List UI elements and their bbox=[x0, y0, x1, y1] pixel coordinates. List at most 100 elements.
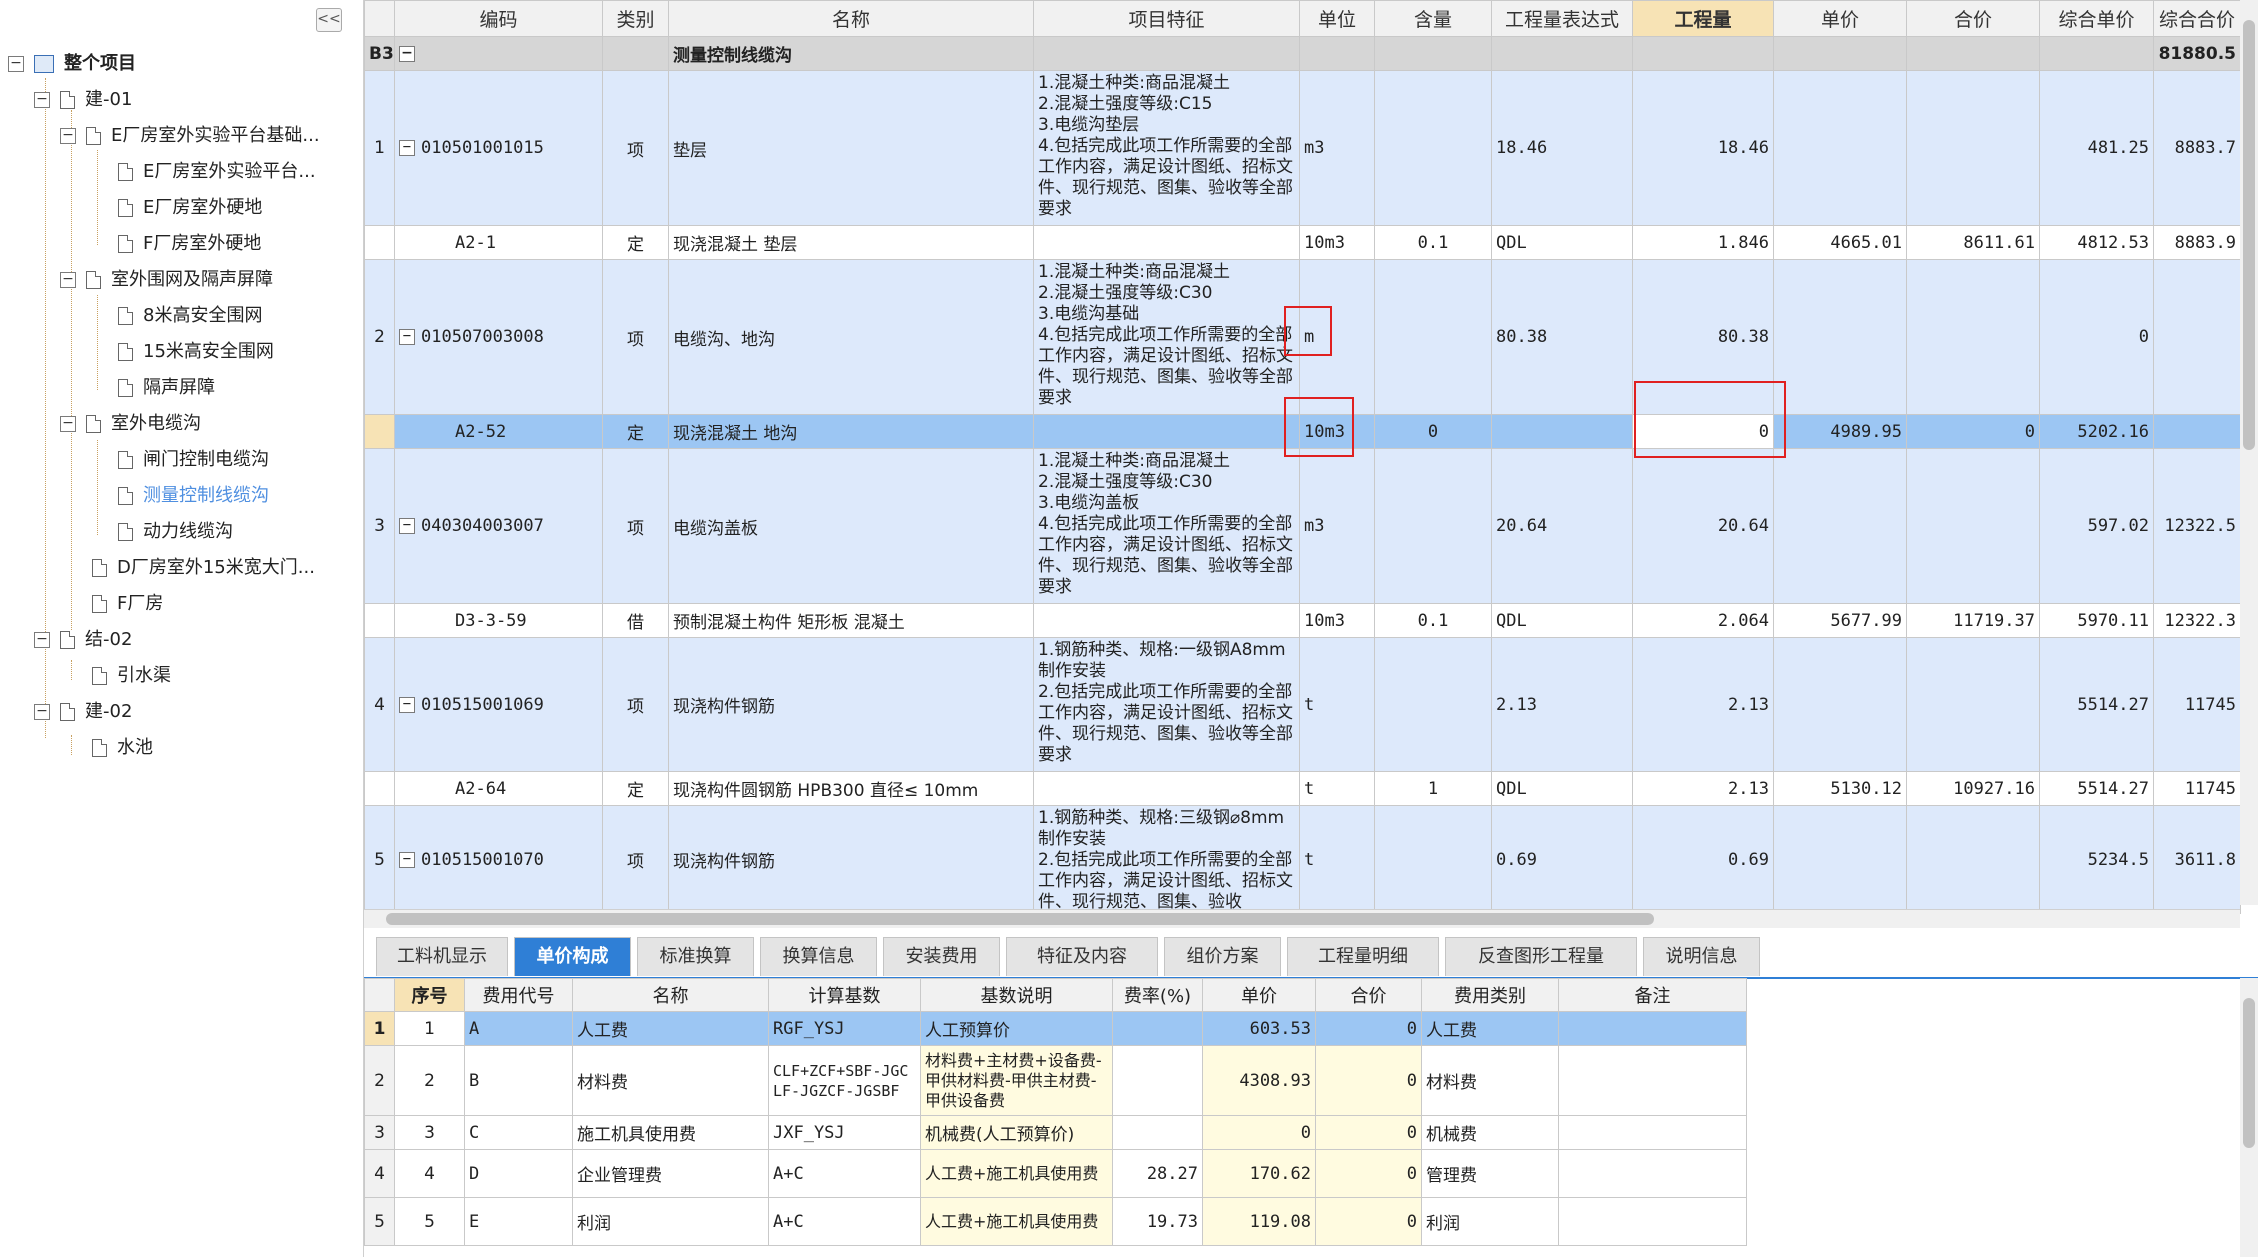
col-header-feature[interactable]: 项目特征 bbox=[1033, 0, 1300, 37]
tree-node[interactable]: − 结-02 bbox=[34, 625, 132, 655]
col-header-fee-category[interactable]: 费用类别 bbox=[1421, 978, 1559, 1012]
tab-feature-content[interactable]: 特征及内容 bbox=[1006, 937, 1158, 976]
table-row[interactable]: 4 −010515001069 项 现浇构件钢筋 1.钢筋种类、规格:一级钢A8… bbox=[364, 637, 2241, 772]
tree-node[interactable]: − E厂房室外实验平台基础... bbox=[60, 121, 320, 151]
file-icon bbox=[86, 271, 101, 289]
col-header-type[interactable]: 类别 bbox=[602, 0, 669, 37]
bottom-vertical-scrollbar[interactable] bbox=[2240, 978, 2258, 1257]
col-header-total-price[interactable]: 合价 bbox=[1315, 978, 1422, 1012]
collapse-panel-button[interactable]: << bbox=[316, 8, 342, 32]
tab-labor-material[interactable]: 工料机显示 bbox=[376, 937, 508, 976]
col-header-rate[interactable]: 费率(%) bbox=[1112, 978, 1203, 1012]
col-header-fee-code[interactable]: 费用代号 bbox=[464, 978, 573, 1012]
tree-node-root[interactable]: − 整个项目 bbox=[8, 49, 136, 79]
file-icon bbox=[118, 451, 133, 469]
collapse-toggle[interactable]: − bbox=[399, 851, 415, 868]
file-icon bbox=[118, 487, 133, 505]
tree-node[interactable]: F厂房室外硬地 bbox=[118, 229, 261, 259]
col-header-total[interactable]: 合价 bbox=[1906, 0, 2040, 37]
price-composition-table: 序号 费用代号 名称 计算基数 基数说明 费率(%) 单价 合价 费用类别 备注… bbox=[364, 978, 1747, 1246]
tree-node[interactable]: 8米高安全围网 bbox=[118, 301, 262, 331]
tree-node[interactable]: F厂房 bbox=[92, 589, 163, 619]
collapse-toggle[interactable]: − bbox=[399, 140, 415, 156]
tab-standard-conversion[interactable]: 标准换算 bbox=[637, 937, 754, 976]
project-icon bbox=[34, 55, 54, 73]
col-header-seq[interactable]: 序号 bbox=[394, 978, 465, 1012]
tab-install-fee[interactable]: 安装费用 bbox=[883, 937, 1000, 976]
file-icon bbox=[92, 667, 107, 685]
tab-graphic-quantity[interactable]: 反查图形工程量 bbox=[1445, 937, 1637, 976]
detail-tabs: 工料机显示 单价构成 标准换算 换算信息 安装费用 特征及内容 组价方案 工程量… bbox=[364, 935, 2258, 979]
table-row[interactable]: 1 −010501001015 项 垫层 1.混凝土种类:商品混凝土 2.混凝土… bbox=[364, 70, 2241, 226]
tab-quantity-detail[interactable]: 工程量明细 bbox=[1287, 937, 1439, 976]
file-icon bbox=[118, 163, 133, 181]
col-header-qty[interactable]: 工程量 bbox=[1632, 0, 1774, 37]
file-icon bbox=[118, 379, 133, 397]
file-icon bbox=[92, 559, 107, 577]
table-row[interactable]: 3 3 C 施工机具使用费 JXF_YSJ 机械费(人工预算价) 0 0 机械费 bbox=[364, 1115, 1747, 1150]
col-header-unit-price[interactable]: 单价 bbox=[1202, 978, 1316, 1012]
tab-unit-price-composition[interactable]: 单价构成 bbox=[514, 937, 631, 976]
col-header-name[interactable]: 名称 bbox=[668, 0, 1034, 37]
tab-conversion-info[interactable]: 换算信息 bbox=[760, 937, 877, 976]
tab-pricing-scheme[interactable]: 组价方案 bbox=[1164, 937, 1281, 976]
file-icon bbox=[118, 523, 133, 541]
highlight-box bbox=[1284, 397, 1354, 457]
collapse-toggle[interactable]: − bbox=[399, 696, 415, 713]
tree-node[interactable]: 动力线缆沟 bbox=[118, 517, 233, 547]
table-row[interactable]: A2-1 定 现浇混凝土 垫层 10m3 0.1 QDL 1.846 4665.… bbox=[364, 225, 2241, 260]
tree-node[interactable]: − 室外电缆沟 bbox=[60, 409, 201, 439]
table-row[interactable]: 2 2 B 材料费 CLF+ZCF+SBF-JGCLF-JGZCF-JGSBF … bbox=[364, 1045, 1747, 1116]
grid-horizontal-scrollbar[interactable] bbox=[364, 909, 2240, 928]
tree-node[interactable]: 15米高安全围网 bbox=[118, 337, 274, 367]
tree-node[interactable]: D厂房室外15米宽大门... bbox=[92, 553, 315, 583]
file-icon bbox=[118, 235, 133, 253]
col-header-note[interactable]: 备注 bbox=[1558, 978, 1747, 1012]
tab-description[interactable]: 说明信息 bbox=[1643, 937, 1760, 976]
tree-node[interactable]: E厂房室外硬地 bbox=[118, 193, 262, 223]
col-header-content[interactable]: 含量 bbox=[1374, 0, 1492, 37]
table-row[interactable]: A2-64 定 现浇构件圆钢筋 HPB300 直径≤ 10mm t 1 QDL … bbox=[364, 771, 2241, 806]
file-icon bbox=[118, 343, 133, 361]
grid-vertical-scrollbar[interactable] bbox=[2240, 0, 2258, 905]
file-icon bbox=[92, 595, 107, 613]
collapse-toggle[interactable]: − bbox=[399, 45, 415, 62]
tree-node[interactable]: − 建-02 bbox=[34, 697, 132, 727]
bottom-header-row: 序号 费用代号 名称 计算基数 基数说明 费率(%) 单价 合价 费用类别 备注 bbox=[364, 978, 1747, 1012]
col-header-expr[interactable]: 工程量表达式 bbox=[1491, 0, 1633, 37]
file-icon bbox=[86, 415, 101, 433]
project-tree-panel: << − 整个项目 − 建-01 − E厂房室外实验平台基础... E厂房室外实验平台… bbox=[0, 0, 364, 1257]
col-header-base[interactable]: 计算基数 bbox=[768, 978, 921, 1012]
table-row-selected[interactable]: 1 1 A 人工费 RGF_YSJ 人工预算价 603.53 0 人工费 bbox=[364, 1011, 1747, 1046]
tree-node[interactable]: 水池 bbox=[92, 733, 153, 763]
group-row[interactable]: B3 − 测量控制线缆沟 81880.5 bbox=[364, 36, 2241, 71]
col-header[interactable] bbox=[364, 0, 395, 37]
highlight-box bbox=[1284, 306, 1332, 356]
col-header-comp-price[interactable]: 综合单价 bbox=[2039, 0, 2154, 37]
tree-node[interactable]: E厂房室外实验平台... bbox=[118, 157, 316, 187]
col-header-unit[interactable]: 单位 bbox=[1299, 0, 1375, 37]
col-header-code[interactable]: 编码 bbox=[394, 0, 603, 37]
tree-node[interactable]: 闸门控制电缆沟 bbox=[118, 445, 269, 475]
grid-header-row: 编码 类别 名称 项目特征 单位 含量 工程量表达式 工程量 单价 合价 综合单… bbox=[364, 0, 2241, 37]
collapse-toggle[interactable]: − bbox=[399, 518, 415, 534]
table-row[interactable]: 5 5 E 利润 A+C 人工费+施工机具使用费 19.73 119.08 0 … bbox=[364, 1197, 1747, 1246]
tree-node[interactable]: 引水渠 bbox=[92, 661, 171, 691]
table-row[interactable]: 3 −040304003007 项 电缆沟盖板 1.混凝土种类:商品混凝土 2.… bbox=[364, 448, 2241, 604]
table-row[interactable]: 5 −010515001070 项 现浇构件钢筋 1.钢筋种类、规格:三级钢⌀8… bbox=[364, 805, 2241, 914]
file-icon bbox=[86, 127, 101, 145]
col-header-base-desc[interactable]: 基数说明 bbox=[920, 978, 1113, 1012]
tree-node-selected[interactable]: 测量控制线缆沟 bbox=[118, 481, 269, 511]
col-header-comp-total[interactable]: 综合合价 bbox=[2153, 0, 2241, 37]
tree-node[interactable]: − 建-01 bbox=[34, 85, 132, 115]
file-icon bbox=[92, 739, 107, 757]
tree-node[interactable]: 隔声屏障 bbox=[118, 373, 215, 403]
tree-node[interactable]: − 室外围网及隔声屏障 bbox=[60, 265, 273, 295]
table-row[interactable]: D3-3-59 借 预制混凝土构件 矩形板 混凝土 10m3 0.1 QDL 2… bbox=[364, 603, 2241, 638]
collapse-toggle[interactable]: − bbox=[399, 329, 415, 345]
file-icon bbox=[118, 307, 133, 325]
col-header-fee-name[interactable]: 名称 bbox=[572, 978, 769, 1012]
col-header-price[interactable]: 单价 bbox=[1773, 0, 1907, 37]
file-icon bbox=[118, 199, 133, 217]
table-row[interactable]: 4 4 D 企业管理费 A+C 人工费+施工机具使用费 28.27 170.62… bbox=[364, 1149, 1747, 1198]
